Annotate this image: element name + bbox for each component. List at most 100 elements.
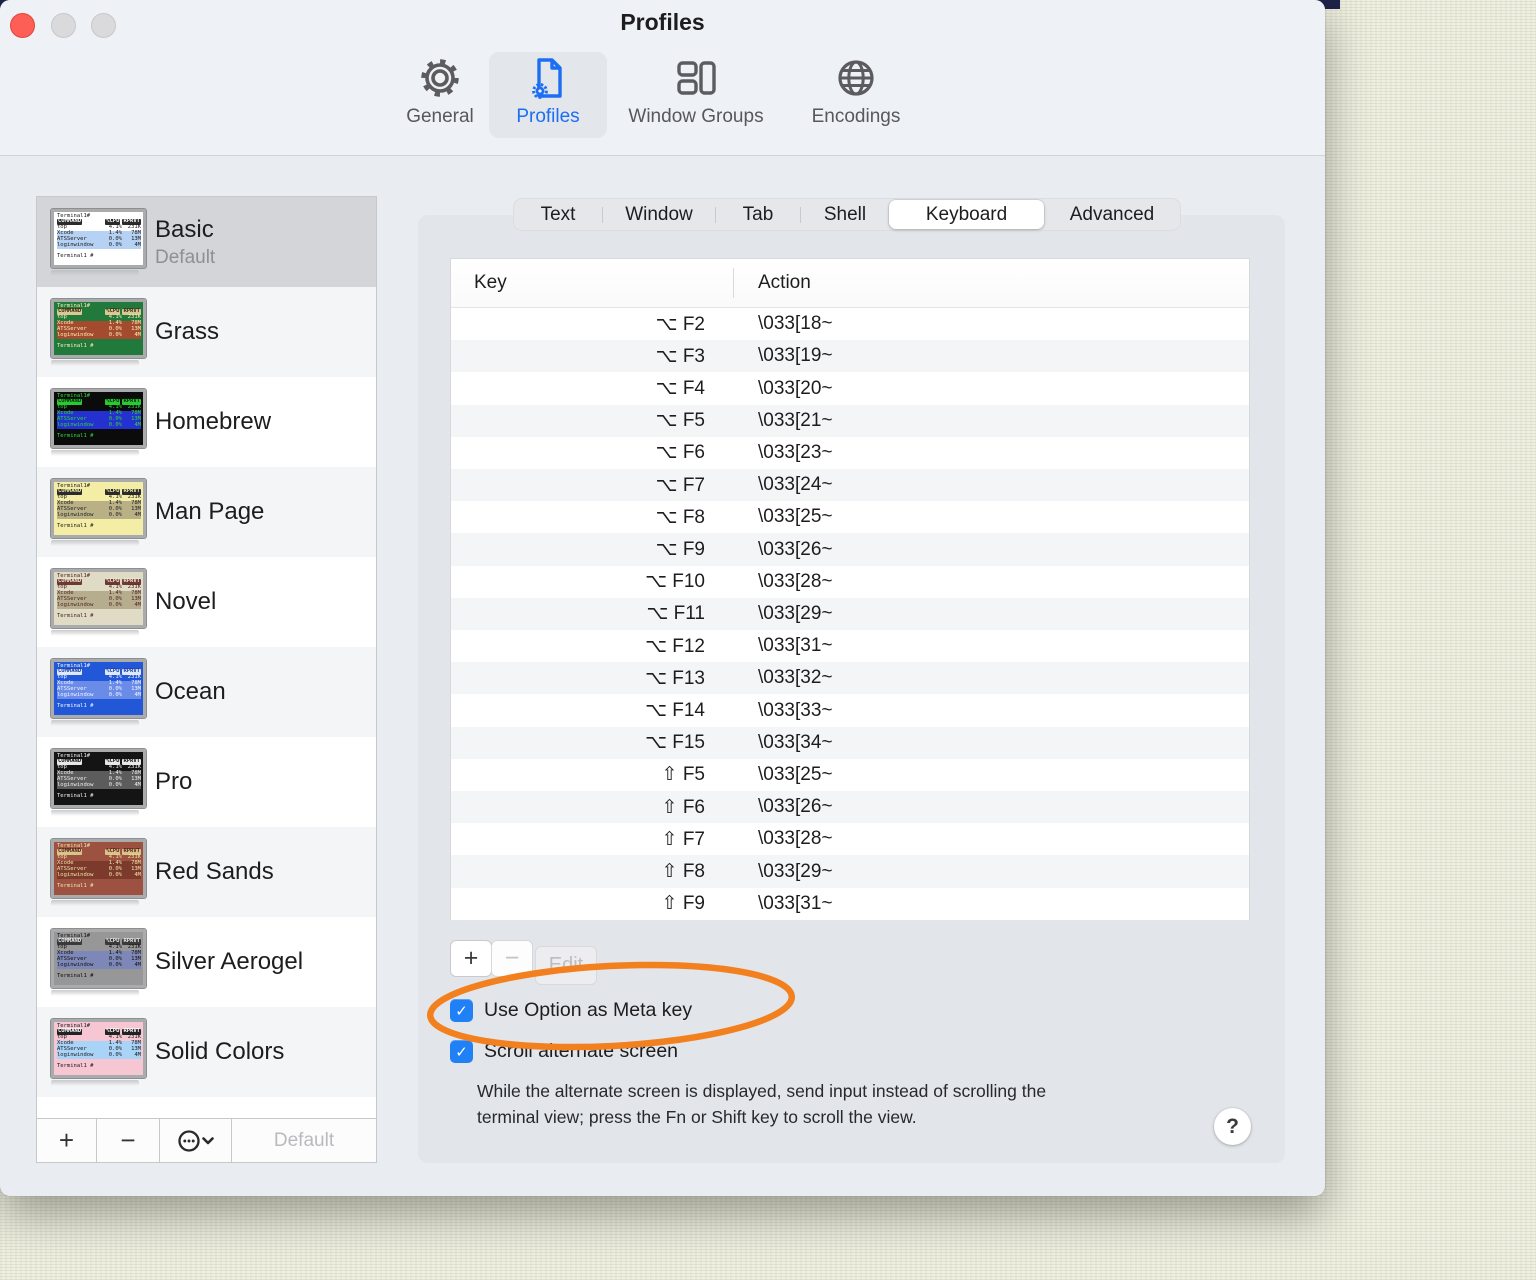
table-row[interactable]: ⌥ F15 \033[34~ (451, 726, 1249, 759)
column-header-action[interactable]: Action (733, 272, 811, 294)
profile-list-item[interactable]: Terminal1# COMMAND %CPU RPRVT top 4.1% 231K X… (37, 467, 376, 557)
window-header: Profiles General Profiles Window Groups … (0, 0, 1325, 156)
more-options-icon (177, 1128, 215, 1154)
table-row[interactable]: ⌥ F6 \033[23~ (451, 436, 1249, 470)
table-row[interactable]: ⌥ F10 \033[28~ (451, 565, 1249, 598)
profile-name: Solid Colors (155, 1038, 285, 1065)
scroll-alternate-help-text: While the alternate screen is displayed,… (477, 1081, 1047, 1127)
profile-default-badge: Default (155, 246, 216, 268)
table-row[interactable]: ⌥ F7 \033[24~ (451, 469, 1249, 502)
option-use-option-as-meta: ✓ Use Option as Meta key (450, 999, 692, 1022)
key-mapping-table: Key Action ⌥ F2 \033[18~ ⌥ F3 \033[19~ ⌥… (450, 258, 1250, 920)
table-row[interactable]: ⇧ F7 \033[28~ (451, 823, 1249, 856)
profile-thumbnail: Terminal1# COMMAND %CPU RPRVT top 4.1% 231K X… (50, 567, 147, 636)
profile-name: Basic (155, 215, 214, 243)
add-profile-button[interactable]: + (37, 1119, 97, 1162)
set-default-button[interactable]: Default (232, 1119, 376, 1162)
option-scroll-alternate-screen: ✓ Scroll alternate screen (450, 1040, 678, 1063)
action-cell: \033[28~ (758, 570, 833, 592)
profile-thumbnail: Terminal1# COMMAND %CPU RPRVT top 4.1% 231K X… (50, 387, 147, 456)
action-cell: \033[31~ (758, 635, 833, 657)
table-row[interactable]: ⇧ F5 \033[25~ (451, 758, 1249, 792)
table-row[interactable]: ⇧ F6 \033[26~ (451, 791, 1249, 824)
action-cell: \033[25~ (758, 763, 833, 785)
tab-shell[interactable]: Shell (801, 199, 889, 230)
toolbar-label: Encodings (811, 106, 901, 127)
table-row[interactable]: ⌥ F8 \033[25~ (451, 501, 1249, 534)
profile-list-item[interactable]: Terminal1# COMMAND %CPU RPRVT top 4.1% 231K X… (37, 287, 376, 377)
column-header-key[interactable]: Key (451, 272, 733, 294)
remove-key-button[interactable]: − (491, 940, 533, 977)
profile-list-item[interactable]: Terminal1# COMMAND %CPU RPRVT top 4.1% 231K X… (37, 647, 376, 737)
profile-list-item[interactable]: Terminal1# COMMAND %CPU RPRVT top 4.1% 231K X… (37, 1007, 376, 1097)
action-cell: \033[25~ (758, 506, 833, 528)
scroll-alternate-screen-checkbox[interactable]: ✓ (450, 1040, 473, 1063)
minus-icon: − (120, 1125, 136, 1155)
action-cell: \033[26~ (758, 538, 833, 560)
tab-tab[interactable]: Tab (716, 199, 800, 230)
help-button[interactable]: ? (1214, 1108, 1251, 1145)
thumbnail-shadow (51, 539, 139, 546)
key-cell: ⌥ F10 (645, 571, 705, 593)
table-row[interactable]: ⌥ F14 \033[33~ (451, 694, 1249, 727)
use-option-as-meta-checkbox[interactable]: ✓ (450, 999, 473, 1022)
action-cell: \033[31~ (758, 892, 833, 914)
key-cell: ⇧ F8 (661, 861, 705, 883)
profile-name: Novel (155, 588, 217, 615)
toolbar-item-profiles[interactable]: Profiles (489, 52, 607, 138)
toolbar-label: General (406, 106, 474, 127)
table-row[interactable]: ⌥ F13 \033[32~ (451, 662, 1249, 695)
profile-name: Silver Aerogel (155, 948, 304, 975)
toolbar-item-general[interactable]: General (380, 52, 500, 142)
table-row[interactable]: ⌥ F9 \033[26~ (451, 533, 1249, 566)
key-cell: ⌥ F12 (645, 635, 705, 657)
profile-list-item[interactable]: Terminal1# COMMAND %CPU RPRVT top 4.1% 231K X… (37, 197, 376, 287)
action-cell: \033[19~ (758, 345, 833, 367)
thumbnail-shadow (51, 1079, 139, 1086)
profile-list-item[interactable]: Terminal1# COMMAND %CPU RPRVT top 4.1% 231K X… (37, 557, 376, 647)
key-cell: ⇧ F9 (661, 893, 705, 915)
tab-text[interactable]: Text (514, 199, 602, 230)
tab-window[interactable]: Window (603, 199, 715, 230)
remove-profile-button[interactable]: − (97, 1119, 160, 1162)
table-row[interactable]: ⌥ F4 \033[20~ (451, 372, 1249, 405)
tab-keyboard[interactable]: Keyboard (889, 200, 1044, 229)
edit-key-button[interactable]: Edit (535, 946, 597, 985)
table-row[interactable]: ⇧ F9 \033[31~ (451, 887, 1249, 920)
key-cell: ⌥ F6 (655, 442, 705, 464)
key-cell: ⌥ F4 (655, 378, 705, 399)
toolbar-label: Profiles (516, 106, 580, 127)
thumbnail-shadow (51, 449, 139, 456)
key-cell: ⇧ F7 (661, 828, 705, 850)
action-cell: \033[33~ (758, 699, 833, 721)
key-cell: ⌥ F8 (655, 506, 705, 528)
profile-more-options-button[interactable] (160, 1119, 232, 1162)
profile-thumbnail: Terminal1# COMMAND %CPU RPRVT top 4.1% 231K X… (50, 477, 147, 546)
gear-icon (416, 52, 464, 104)
profile-list-item[interactable]: Terminal1# COMMAND %CPU RPRVT top 4.1% 231K X… (37, 377, 376, 467)
toolbar-item-window-groups[interactable]: Window Groups (616, 52, 776, 142)
globe-icon (832, 52, 880, 104)
profile-thumbnail: Terminal1# COMMAND %CPU RPRVT top 4.1% 231K X… (50, 207, 147, 276)
key-cell: ⌥ F11 (646, 603, 705, 625)
tab-advanced[interactable]: Advanced (1044, 199, 1180, 230)
checkmark-icon: ✓ (455, 1043, 468, 1061)
profile-list-item[interactable]: Terminal1# COMMAND %CPU RPRVT top 4.1% 231K X… (37, 827, 376, 917)
profile-name: Homebrew (155, 408, 272, 435)
key-cell: ⌥ F13 (645, 667, 705, 689)
table-row[interactable]: ⌥ F12 \033[31~ (451, 630, 1249, 663)
table-row[interactable]: ⇧ F8 \033[29~ (451, 855, 1249, 888)
window-title: Profiles (620, 9, 705, 35)
toolbar-item-encodings[interactable]: Encodings (786, 52, 926, 142)
checkmark-icon: ✓ (455, 1002, 468, 1020)
table-row[interactable]: ⌥ F11 \033[29~ (451, 597, 1249, 631)
profile-thumbnail: Terminal1# COMMAND %CPU RPRVT top 4.1% 231K X… (50, 657, 147, 726)
action-cell: \033[28~ (758, 828, 833, 850)
profile-list-item[interactable]: Terminal1# COMMAND %CPU RPRVT top 4.1% 231K X… (37, 737, 376, 827)
table-row[interactable]: ⌥ F2 \033[18~ (451, 308, 1249, 341)
profile-list-item[interactable]: Terminal1# COMMAND %CPU RPRVT top 4.1% 231K X… (37, 917, 376, 1007)
table-row[interactable]: ⌥ F3 \033[19~ (451, 340, 1249, 373)
add-key-button[interactable]: + (450, 940, 492, 977)
thumbnail-shadow (51, 809, 139, 816)
table-row[interactable]: ⌥ F5 \033[21~ (451, 404, 1249, 437)
